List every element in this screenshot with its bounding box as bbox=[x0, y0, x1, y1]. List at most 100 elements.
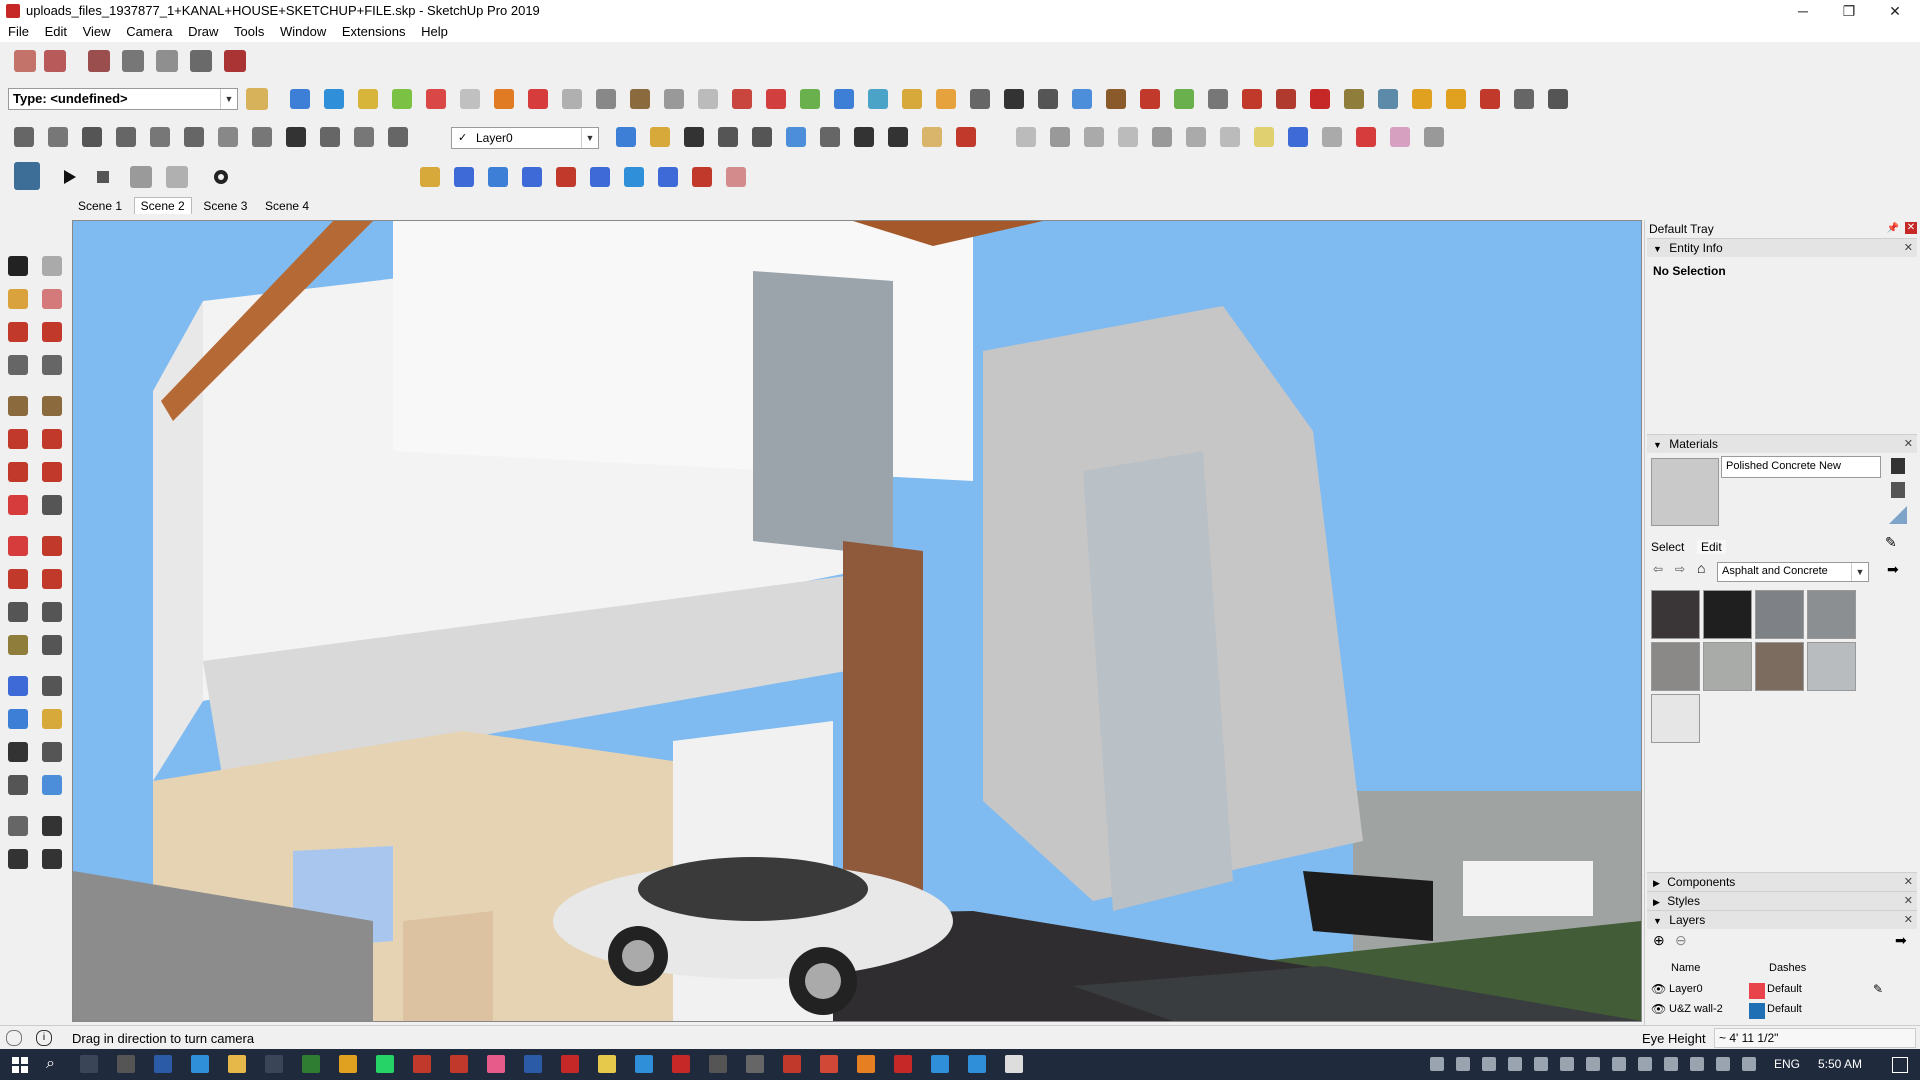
excel-icon[interactable] bbox=[302, 1055, 320, 1073]
edit-tool-icon-4[interactable] bbox=[392, 89, 412, 109]
axes-icon[interactable] bbox=[8, 676, 28, 696]
view-iso-icon[interactable] bbox=[218, 127, 238, 147]
layers-header[interactable]: ▼ Layers ✕ bbox=[1647, 910, 1917, 929]
paint-bucket-icon[interactable] bbox=[1891, 482, 1905, 498]
rotate-icon[interactable] bbox=[8, 536, 28, 556]
mirror-icon[interactable] bbox=[624, 167, 644, 187]
view-top-icon[interactable] bbox=[252, 127, 272, 147]
notepad-icon[interactable] bbox=[1005, 1055, 1023, 1073]
component-icon-5[interactable] bbox=[150, 127, 170, 147]
shape-icon-1[interactable] bbox=[1016, 127, 1036, 147]
menu-camera[interactable]: Camera bbox=[120, 22, 178, 39]
photoshop-icon[interactable] bbox=[154, 1055, 172, 1073]
materials-header[interactable]: ▼ Materials ✕ bbox=[1647, 434, 1917, 453]
pan-icon[interactable] bbox=[650, 127, 670, 147]
paint-bucket-icon[interactable] bbox=[8, 289, 28, 309]
material-swatch[interactable] bbox=[1807, 590, 1856, 639]
edit-tool-icon-31[interactable] bbox=[1310, 89, 1330, 109]
section-cut-icon[interactable] bbox=[488, 167, 508, 187]
library-combo[interactable]: Asphalt and Concrete ▼ bbox=[1717, 562, 1869, 582]
pin-icon[interactable]: 📌 bbox=[1887, 220, 1899, 238]
pan-icon[interactable] bbox=[42, 709, 62, 729]
app-icon[interactable] bbox=[487, 1055, 505, 1073]
menu-file[interactable]: File bbox=[2, 22, 35, 39]
walk-icon[interactable] bbox=[8, 849, 28, 869]
tab-scene-1[interactable]: Scene 1 bbox=[72, 198, 128, 214]
material-name-field[interactable]: Polished Concrete New bbox=[1721, 456, 1881, 478]
polygon-icon[interactable] bbox=[42, 396, 62, 416]
three-point-arc-icon[interactable] bbox=[8, 462, 28, 482]
clock[interactable]: 5:50 AM bbox=[1818, 1057, 1862, 1071]
menu-draw[interactable]: Draw bbox=[182, 22, 224, 39]
edit-tool-icon-6[interactable] bbox=[460, 89, 480, 109]
app-icon[interactable] bbox=[635, 1055, 653, 1073]
edit-tool-icon-17[interactable] bbox=[834, 89, 854, 109]
edit-tool-icon-12[interactable] bbox=[664, 89, 684, 109]
edit-tool-icon-37[interactable] bbox=[1514, 89, 1534, 109]
shape-icon-2[interactable] bbox=[1050, 127, 1070, 147]
edit-tool-icon-24[interactable] bbox=[1072, 89, 1092, 109]
edge-icon[interactable] bbox=[191, 1055, 209, 1073]
tray-icon-6[interactable] bbox=[1586, 1057, 1600, 1071]
whatsapp-icon[interactable] bbox=[376, 1055, 394, 1073]
component-icon-3[interactable] bbox=[82, 127, 102, 147]
follow-me-icon[interactable] bbox=[42, 536, 62, 556]
edit-tool-icon-22[interactable] bbox=[1004, 89, 1024, 109]
view-back-icon[interactable] bbox=[354, 127, 374, 147]
menu-window[interactable]: Window bbox=[274, 22, 332, 39]
edit-tool-icon-35[interactable] bbox=[1446, 89, 1466, 109]
shape-icon-12[interactable] bbox=[1390, 127, 1410, 147]
layer-color-swatch[interactable] bbox=[1749, 1003, 1765, 1019]
two-point-arc-icon[interactable] bbox=[42, 429, 62, 449]
shape-icon-11[interactable] bbox=[1356, 127, 1376, 147]
forward-arrow-icon[interactable]: ⇨ bbox=[1675, 562, 1685, 576]
sticky-notes-icon[interactable] bbox=[598, 1055, 616, 1073]
material-swatch[interactable] bbox=[1651, 694, 1700, 743]
share-component-icon[interactable] bbox=[156, 50, 178, 72]
tape-measure-icon[interactable] bbox=[8, 602, 28, 622]
app-icon[interactable] bbox=[413, 1055, 431, 1073]
shape-icon-10[interactable] bbox=[1322, 127, 1342, 147]
edit-tool-icon-5[interactable] bbox=[426, 89, 446, 109]
tray-icon-3[interactable] bbox=[1482, 1057, 1496, 1071]
rectangle-icon[interactable] bbox=[8, 355, 28, 375]
rotate-left-icon[interactable] bbox=[658, 167, 678, 187]
select-icon[interactable] bbox=[8, 256, 28, 276]
material-swatch[interactable] bbox=[1651, 642, 1700, 691]
menu-help[interactable]: Help bbox=[415, 22, 454, 39]
tab-edit[interactable]: Edit bbox=[1697, 540, 1726, 554]
shape-icon-5[interactable] bbox=[1152, 127, 1172, 147]
edit-tool-icon-19[interactable] bbox=[902, 89, 922, 109]
material-swatch[interactable] bbox=[1807, 642, 1856, 691]
component-icon-2[interactable] bbox=[48, 127, 68, 147]
tab-scene-4[interactable]: Scene 4 bbox=[259, 198, 315, 214]
close-button[interactable]: ✕ bbox=[1872, 0, 1918, 22]
battery-icon[interactable] bbox=[1690, 1057, 1704, 1071]
edit-tool-icon-21[interactable] bbox=[970, 89, 990, 109]
edit-tool-icon-11[interactable] bbox=[630, 89, 650, 109]
current-material-preview[interactable] bbox=[1651, 458, 1719, 526]
extension-manager-icon[interactable] bbox=[224, 50, 246, 72]
shape-icon-7[interactable] bbox=[1220, 127, 1240, 147]
eye-icon[interactable]: 👁 bbox=[1651, 982, 1666, 996]
make-component-icon[interactable] bbox=[42, 256, 62, 276]
edit-tool-icon-7[interactable] bbox=[494, 89, 514, 109]
edit-tool-icon-18[interactable] bbox=[868, 89, 888, 109]
eye-icon[interactable]: 👁 bbox=[1651, 1002, 1666, 1016]
layer-color-swatch[interactable] bbox=[1749, 983, 1765, 999]
close-icon[interactable]: ✕ bbox=[1904, 873, 1913, 891]
tab-select[interactable]: Select bbox=[1651, 540, 1684, 554]
circle-icon[interactable] bbox=[8, 396, 28, 416]
minimize-button[interactable]: ─ bbox=[1780, 0, 1826, 22]
section-fill-icon[interactable] bbox=[454, 167, 474, 187]
edit-tool-icon-34[interactable] bbox=[1412, 89, 1432, 109]
entity-info-header[interactable]: ▼ Entity Info ✕ bbox=[1647, 238, 1917, 257]
chrome-icon[interactable] bbox=[339, 1055, 357, 1073]
previous-icon[interactable] bbox=[42, 775, 62, 795]
shape-icon-13[interactable] bbox=[1424, 127, 1444, 147]
arc-icon[interactable] bbox=[8, 429, 28, 449]
shape-icon-6[interactable] bbox=[1186, 127, 1206, 147]
zoom-extents-icon[interactable] bbox=[8, 775, 28, 795]
eyedropper-icon[interactable]: ✎ bbox=[1885, 534, 1897, 551]
previous-view-icon[interactable] bbox=[786, 127, 806, 147]
